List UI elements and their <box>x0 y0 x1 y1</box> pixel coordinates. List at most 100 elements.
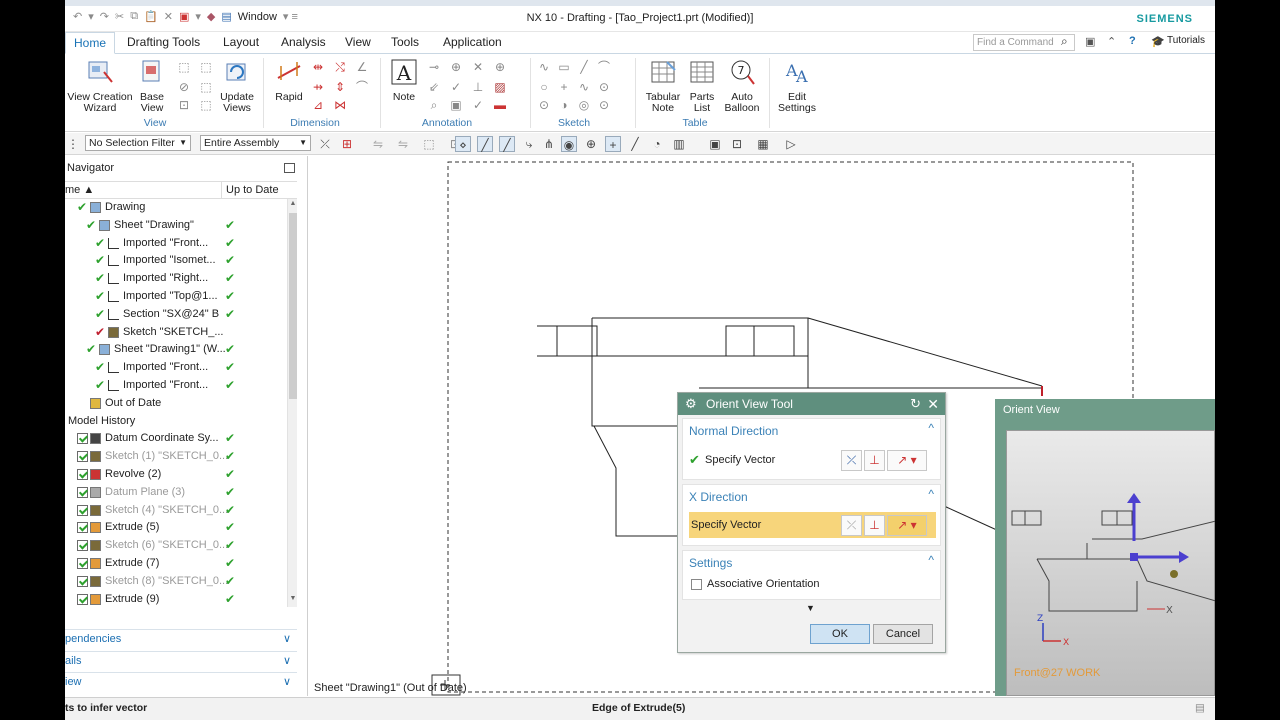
help-icon[interactable]: ? <box>1129 35 1136 47</box>
point-on-surface-icon[interactable]: ◔ <box>649 136 665 152</box>
rapid-dimension-button[interactable]: Rapid <box>271 58 307 103</box>
column-up-to-date[interactable]: Up to Date <box>226 184 279 196</box>
tree-row[interactable]: ✔ Imported "Isomet... ✔ <box>65 252 285 270</box>
cancel-button[interactable]: Cancel <box>873 624 933 644</box>
more-options-icon[interactable]: ▼ <box>806 603 815 613</box>
tab-drafting-tools[interactable]: Drafting Tools <box>119 32 208 54</box>
feature-checkbox[interactable] <box>77 504 88 516</box>
navigator-scrollbar[interactable]: ▲ ▼ <box>287 199 297 607</box>
image-icon[interactable]: ▣ <box>449 98 463 112</box>
mid-point-icon[interactable]: ╱ <box>499 136 515 152</box>
tree-row[interactable]: ✔ Sketch "SKETCH_... <box>65 324 285 342</box>
general-selection-icon[interactable]: ⤫ <box>317 136 333 152</box>
snap-point-icon[interactable]: ⋄ <box>455 136 471 152</box>
scroll-up-icon[interactable]: ▲ <box>289 200 297 207</box>
edit-settings-button[interactable]: AA Edit Settings <box>775 58 819 114</box>
vector-dialog-icon[interactable]: ⊥ <box>864 515 885 536</box>
bounded-grid-icon[interactable]: ▥ <box>671 136 687 152</box>
scroll-down-icon[interactable]: ▼ <box>289 595 297 602</box>
normal-specify-vector-row[interactable]: ✔ Specify Vector ⤫ ⊥ ↗ ▾ <box>689 447 936 473</box>
parts-list-button[interactable]: Parts List <box>685 58 719 114</box>
dialog-title-bar[interactable]: ⚙ Orient View Tool ↻ ✕ <box>678 393 945 415</box>
selection-filter-dropdown[interactable]: No Selection Filter ▼ <box>85 135 191 151</box>
view-orient-icon[interactable]: ⊡ <box>729 136 745 152</box>
rectangle-icon[interactable]: ▭ <box>557 60 571 74</box>
tree-row[interactable]: ✔ Imported "Front... ✔ <box>65 359 285 377</box>
feature-control-frame-icon[interactable]: ⊸ <box>427 60 441 74</box>
centerline-icon[interactable]: ⊕ <box>493 60 507 74</box>
maximize-icon[interactable] <box>284 163 295 173</box>
feature-checkbox[interactable] <box>77 433 88 445</box>
fillet-icon[interactable]: ◎ <box>577 98 591 112</box>
quick-trim-icon[interactable]: ⊙ <box>537 98 551 112</box>
feature-checkbox[interactable] <box>77 593 88 605</box>
radial-dimension-icon[interactable]: ⤭ <box>333 60 347 74</box>
arc-center-icon[interactable]: ◉ <box>561 136 577 152</box>
feature-checkbox[interactable] <box>77 540 88 552</box>
feature-checkbox[interactable] <box>77 486 88 498</box>
ok-button[interactable]: OK <box>810 624 870 644</box>
tree-row[interactable]: Datum Coordinate Sy... ✔ <box>65 430 285 448</box>
view-creation-wizard-button[interactable]: View Creation Wizard <box>67 58 133 114</box>
surface-finish-icon[interactable]: ✓ <box>449 80 463 94</box>
selection-scope-dropdown[interactable]: Entire Assembly ▼ <box>200 135 311 151</box>
update-views-button[interactable]: Update Views <box>217 58 257 114</box>
search-icon[interactable]: ⌕ <box>1061 34 1068 49</box>
scroll-thumb[interactable] <box>289 213 297 399</box>
vector-dialog-icon[interactable]: ⊥ <box>864 450 885 471</box>
datum-feature-icon[interactable]: ⊕ <box>449 60 463 74</box>
normal-direction-header[interactable]: Normal Direction <box>689 424 778 438</box>
tree-row[interactable]: Sketch (4) "SKETCH_0... ✔ <box>65 502 285 520</box>
tree-row[interactable]: Sketch (1) "SKETCH_0... ✔ <box>65 448 285 466</box>
render-style-icon[interactable]: ▷ <box>783 136 799 152</box>
feature-checkbox[interactable] <box>77 522 88 534</box>
quick-extend-icon[interactable]: ◑ <box>557 98 571 112</box>
view-boundary-icon[interactable]: ⬚ <box>199 98 213 112</box>
feature-checkbox[interactable] <box>77 451 88 463</box>
tree-row[interactable]: ✔ Section "SX@24" B ✔ <box>65 306 285 324</box>
tree-row[interactable]: Sketch (8) "SKETCH_0... ✔ <box>65 573 285 591</box>
zoom-annotation-icon[interactable]: ⌕ <box>427 98 441 112</box>
tree-row[interactable]: Revolve (2) ✔ <box>65 466 285 484</box>
inferred-vector-icon[interactable]: ↗ ▾ <box>887 450 927 471</box>
display-sheet-icon[interactable]: ▦ <box>755 136 771 152</box>
profile-icon[interactable]: ∿ <box>537 60 551 74</box>
chevron-up-icon[interactable]: ^ <box>928 421 934 435</box>
collapse-ribbon-icon[interactable]: ⌃ <box>1107 35 1116 48</box>
tab-view[interactable]: View <box>337 32 379 54</box>
inferred-vector-icon[interactable]: ↗ ▾ <box>887 515 927 536</box>
tree-row[interactable]: Datum Plane (3) ✔ <box>65 484 285 502</box>
find-command-input[interactable]: Find a Command <box>973 34 1075 51</box>
gear-icon[interactable]: ⚙ <box>685 393 697 415</box>
view-layout-icon[interactable]: ▣ <box>707 136 723 152</box>
studio-spline-icon[interactable]: ∿ <box>577 80 591 94</box>
arc-icon[interactable]: ⌒ <box>597 60 611 74</box>
orient-view-title[interactable]: Orient View <box>995 399 1215 421</box>
hatch-icon[interactable]: ▨ <box>493 80 507 94</box>
target-point-icon[interactable]: ✕ <box>471 60 485 74</box>
break-view-icon[interactable]: ⬚ <box>199 80 213 94</box>
section-view-icon[interactable]: ⬚ <box>199 60 213 74</box>
projected-view-icon[interactable]: ⬚ <box>177 60 191 74</box>
note-button[interactable]: A Note <box>387 58 421 103</box>
tree-row[interactable]: ✔ Imported "Right... ✔ <box>65 270 285 288</box>
tree-row[interactable]: Extrude (7) ✔ <box>65 555 285 573</box>
weld-symbol-icon[interactable]: ⊥ <box>471 80 485 94</box>
orient-view-preview[interactable]: X Z X Front@27 WORK <box>1006 430 1215 696</box>
tree-row[interactable]: ✔ Imported "Top@1... ✔ <box>65 288 285 306</box>
tree-row[interactable]: Extrude (5) ✔ <box>65 519 285 537</box>
dependencies-panel[interactable]: pendencies ∨ <box>65 629 297 649</box>
tab-application[interactable]: Application <box>435 32 510 54</box>
reverse-direction-icon[interactable]: ⤫ <box>841 450 862 471</box>
menu-icon[interactable]: ⋮ <box>65 136 81 152</box>
intersection-icon[interactable]: ⋔ <box>541 136 557 152</box>
tree-row[interactable]: Sketch (6) "SKETCH_0... ✔ <box>65 537 285 555</box>
chamfer-dimension-icon[interactable]: ⇸ <box>311 80 325 94</box>
tab-tools[interactable]: Tools <box>383 32 427 54</box>
tree-row[interactable]: ✔ Imported "Front... ✔ <box>65 377 285 395</box>
associative-orientation-checkbox[interactable] <box>691 579 702 590</box>
angular-dimension-icon[interactable]: ∠ <box>355 60 369 74</box>
thickness-dimension-icon[interactable]: ⇕ <box>333 80 347 94</box>
tab-home[interactable]: Home <box>65 32 116 54</box>
circle-icon[interactable]: ○ <box>537 80 551 94</box>
